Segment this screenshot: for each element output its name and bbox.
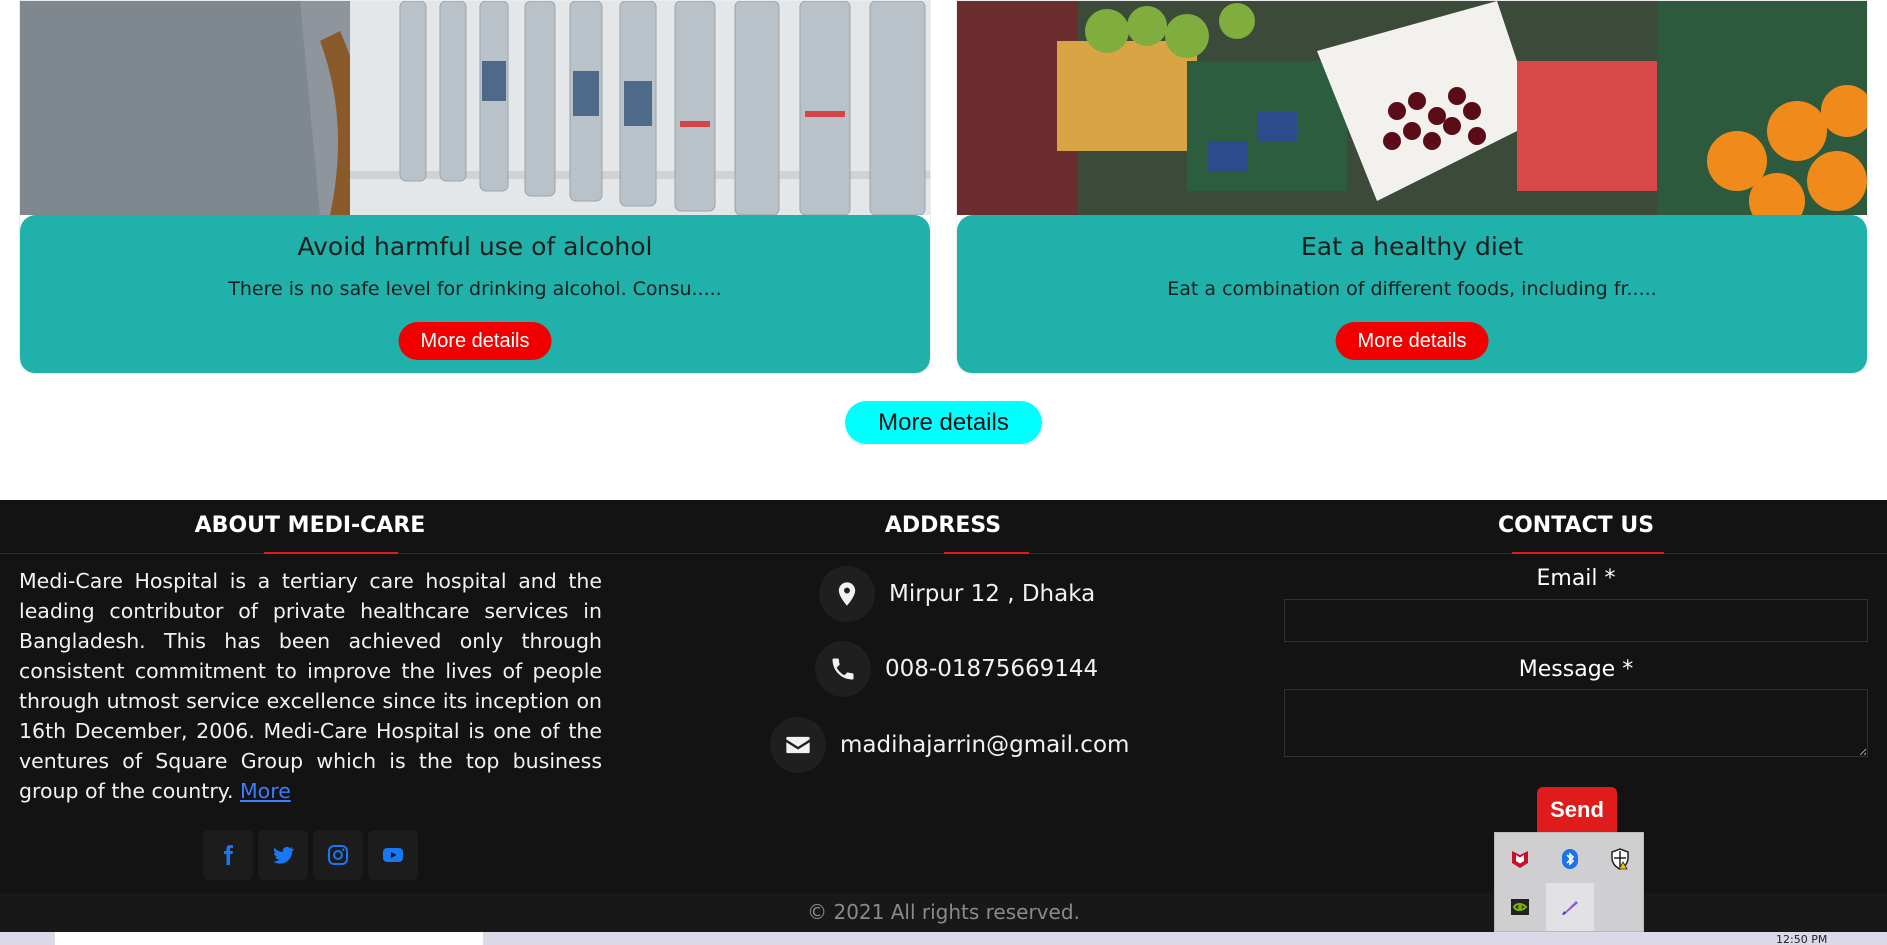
security-shield-icon[interactable] (1596, 835, 1644, 883)
card-title: Avoid harmful use of alcohol (297, 232, 653, 261)
send-button[interactable]: Send (1537, 787, 1617, 833)
health-card-diet: Eat a healthy diet Eat a combination of … (956, 0, 1868, 374)
phone-icon (815, 641, 871, 697)
email-label: Email * (1536, 566, 1616, 591)
taskbar-search-box[interactable] (55, 932, 483, 945)
card-image-alcohol (20, 1, 930, 215)
address-phone: 008-01875669144 (885, 656, 1099, 682)
card-image-diet (957, 1, 1867, 215)
youtube-link[interactable] (368, 830, 418, 880)
youtube-icon (383, 848, 403, 862)
address-location-row: Mirpur 12 , Dhaka (819, 566, 1095, 622)
about-heading: ABOUT MEDI-CARE (194, 513, 426, 538)
card-title: Eat a healthy diet (1300, 232, 1523, 261)
address-heading-underline (944, 552, 1029, 554)
more-details-button[interactable]: More details (398, 322, 552, 360)
about-paragraph: Medi-Care Hospital is a tertiary care ho… (19, 569, 602, 803)
contact-heading-underline (1512, 552, 1664, 554)
card-text: There is no safe level for drinking alco… (228, 278, 722, 300)
mcafee-icon[interactable] (1496, 835, 1544, 883)
system-tray-popup (1494, 832, 1644, 932)
message-field[interactable] (1284, 689, 1868, 757)
more-details-main-button[interactable]: More details (845, 401, 1042, 444)
address-location: Mirpur 12 , Dhaka (889, 581, 1096, 607)
email-field[interactable] (1284, 599, 1868, 642)
twitter-icon (273, 846, 295, 864)
nvidia-icon[interactable] (1496, 883, 1544, 931)
bluetooth-icon[interactable] (1546, 835, 1594, 883)
more-details-button[interactable]: More details (1335, 322, 1489, 360)
address-email: madihajarrin@gmail.com (840, 732, 1130, 758)
pen-icon[interactable] (1546, 883, 1594, 931)
instagram-link[interactable] (313, 830, 363, 880)
page: Avoid harmful use of alcohol There is no… (0, 0, 1887, 945)
facebook-icon (224, 845, 233, 865)
address-heading: ADDRESS (884, 513, 1002, 538)
about-text: Medi-Care Hospital is a tertiary care ho… (19, 566, 602, 806)
contact-heading: CONTACT US (1497, 513, 1655, 538)
taskbar: 12:50 PM (0, 932, 1887, 945)
map-marker-icon (819, 566, 875, 622)
message-label: Message * (1518, 657, 1634, 682)
envelope-icon (770, 717, 826, 773)
twitter-link[interactable] (258, 830, 308, 880)
about-more-link[interactable]: More (240, 779, 291, 803)
about-heading-underline (264, 552, 398, 554)
facebook-link[interactable] (203, 830, 253, 880)
health-card-alcohol: Avoid harmful use of alcohol There is no… (19, 0, 931, 374)
card-text: Eat a combination of different foods, in… (1167, 278, 1657, 300)
instagram-icon (328, 845, 348, 865)
address-phone-row: 008-01875669144 (815, 641, 1098, 697)
address-email-row: madihajarrin@gmail.com (770, 717, 1129, 773)
taskbar-clock[interactable]: 12:50 PM (1776, 933, 1827, 945)
card-body-diet: Eat a healthy diet Eat a combination of … (957, 215, 1867, 373)
card-body-alcohol: Avoid harmful use of alcohol There is no… (20, 215, 930, 373)
